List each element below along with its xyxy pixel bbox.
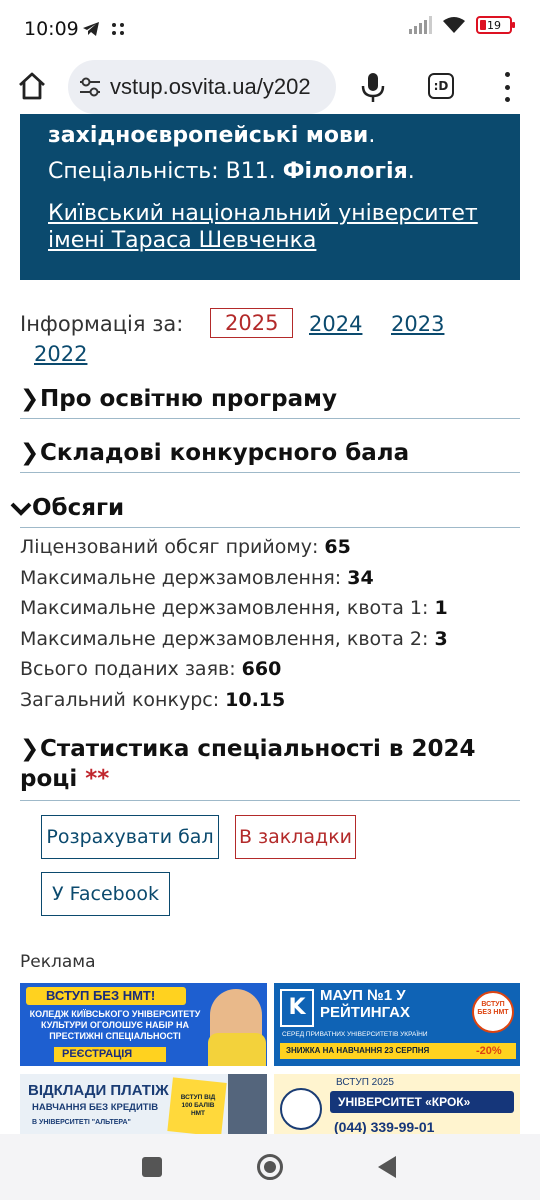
section-volumes[interactable]: Обсяги <box>10 495 520 528</box>
bookmark-button[interactable]: В закладки <box>235 815 356 859</box>
tabs-button[interactable]: :D <box>428 73 454 99</box>
program-banner: західноєвропейські мови. Спеціальність: … <box>20 114 520 280</box>
fact-applications: Всього поданих заяв: 660 <box>20 658 282 680</box>
chevron-right-icon: ❯ <box>20 736 40 762</box>
system-nav-bar <box>0 1134 540 1200</box>
facebook-share-button[interactable]: У Facebook <box>41 872 170 916</box>
chevron-down-icon <box>10 502 32 516</box>
ad-krok[interactable]: ВСТУП 2025 УНІВЕРСИТЕТ «КРОК» (044) 339-… <box>274 1074 520 1134</box>
year-2023[interactable]: 2023 <box>391 312 444 336</box>
microphone-icon[interactable] <box>358 71 388 103</box>
tabs-smiley-icon: :D <box>433 79 449 93</box>
back-icon[interactable] <box>378 1156 396 1178</box>
ad-maup[interactable]: K МАУП №1 У РЕЙТИНГАХ СЕРЕД ПРИВАТНИХ УН… <box>274 983 520 1066</box>
recents-icon[interactable] <box>142 1157 162 1177</box>
specialty-name: Філологія <box>282 159 408 184</box>
year-2022[interactable]: 2022 <box>34 342 87 366</box>
specialty-line: Спеціальність: В11. Філологія. <box>48 159 415 184</box>
maup-logo: K <box>280 989 314 1027</box>
section-score[interactable]: ❯Складові конкурсного бала <box>20 440 520 473</box>
fact-quota-2: Максимальне держзамовлення, квота 2: 3 <box>20 627 448 650</box>
chevron-right-icon: ❯ <box>20 386 40 412</box>
telegram-icon <box>83 22 99 36</box>
section-stats[interactable]: ❯Статистика спеціальності в 2024 році ** <box>20 734 520 801</box>
home-icon[interactable] <box>16 70 48 102</box>
page-content: західноєвропейські мови. Спеціальність: … <box>0 114 540 1134</box>
ad-altera[interactable]: ВІДКЛАДИ ПЛАТІЖ НАВЧАННЯ БЕЗ КРЕДИТІВ В … <box>20 1074 267 1134</box>
fact-max-state: Максимальне держзамовлення: 34 <box>20 566 374 589</box>
url-text[interactable]: vstup.osvita.ua/y202 <box>110 74 330 100</box>
year-2024[interactable]: 2024 <box>309 312 362 336</box>
year-2025[interactable]: 2025 <box>210 308 294 338</box>
battery-icon: 19 <box>476 16 515 34</box>
more-menu-icon[interactable] <box>500 72 514 102</box>
home-nav-icon[interactable] <box>257 1154 283 1180</box>
section-about[interactable]: ❯Про освітню програму <box>20 386 520 419</box>
signal-icon <box>409 16 432 34</box>
university-link[interactable]: Київський національний університет імені… <box>48 200 492 254</box>
status-time: 10:09 <box>24 18 79 40</box>
ad-building-image <box>228 1074 267 1134</box>
ads-label: Реклама <box>20 952 96 972</box>
browser-toolbar: vstup.osvita.ua/y202 :D <box>0 58 540 114</box>
chevron-right-icon: ❯ <box>20 440 40 466</box>
battery-level: 19 <box>487 18 501 32</box>
info-label: Інформація за: <box>20 312 184 336</box>
program-name: західноєвропейські мови <box>48 123 369 148</box>
stats-note-mark: ** <box>85 766 110 792</box>
site-settings-icon[interactable] <box>78 77 102 97</box>
status-bar: 10:09 19 <box>0 0 540 58</box>
fact-licensed: Ліцензований обсяг прийому: 65 <box>20 536 351 558</box>
ad-college-culture[interactable]: ВСТУП БЕЗ НМТ! КОЛЕДЖ КИЇВСЬКОГО УНІВЕРС… <box>20 983 267 1066</box>
address-bar[interactable]: vstup.osvita.ua/y202 <box>68 60 336 114</box>
calculate-score-button[interactable]: Розрахувати бал <box>41 815 219 859</box>
fact-competition: Загальний конкурс: 10.15 <box>20 688 286 711</box>
fact-quota-1: Максимальне держзамовлення, квота 1: 1 <box>20 597 448 619</box>
apps-grid-icon <box>112 23 124 35</box>
volumes-list: Ліцензований обсяг прийому: 65 Максималь… <box>20 532 520 715</box>
krok-logo <box>280 1088 322 1130</box>
wifi-icon <box>443 17 465 33</box>
